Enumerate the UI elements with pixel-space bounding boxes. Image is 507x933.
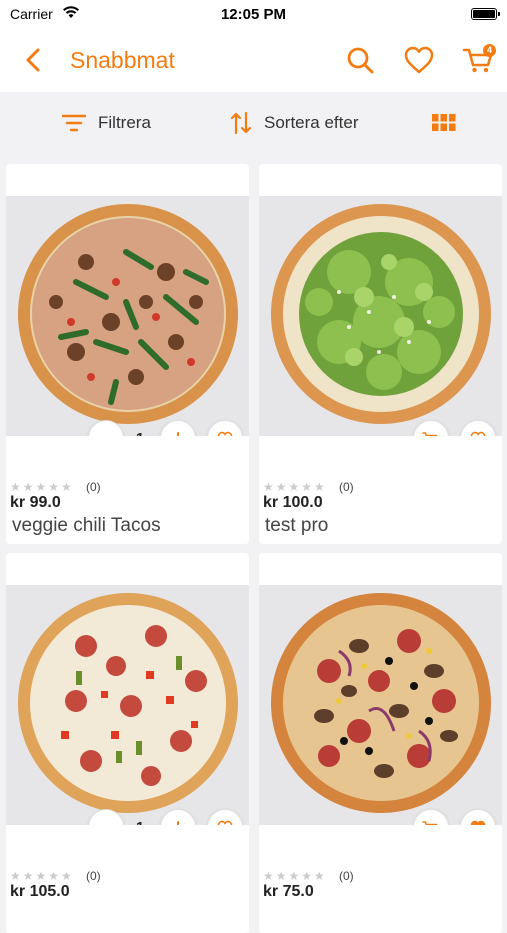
heart-icon[interactable]: [403, 45, 435, 75]
product-card[interactable]: 1 ★★★★★ (0) kr 99.0 veggie chili Tacos: [6, 164, 249, 544]
clock: 12:05 PM: [220, 6, 287, 23]
product-image[interactable]: [259, 585, 502, 825]
cart-plus-icon: [422, 821, 438, 825]
product-image[interactable]: 1: [6, 196, 249, 436]
rating-stars: ★★★★★: [10, 480, 74, 494]
cart-plus-icon: [422, 432, 438, 436]
quantity-value: 1: [130, 819, 150, 825]
grid-view-button[interactable]: [432, 112, 468, 134]
battery-icon: [471, 8, 500, 20]
rating-stars: ★★★★★: [263, 869, 327, 883]
rating-count: (0): [339, 480, 354, 494]
filter-label: Filtrera: [98, 113, 151, 132]
product-image[interactable]: [259, 196, 502, 436]
sort-button[interactable]: Sortera efter: [230, 111, 359, 135]
product-name[interactable]: test pro: [265, 515, 328, 537]
product-price: kr 75.0: [263, 883, 314, 900]
heart-outline-icon: [217, 431, 233, 436]
status-bar: Carrier 12:05 PM: [0, 0, 507, 30]
filter-lines-icon: [62, 114, 86, 132]
heart-outline-icon: [470, 431, 486, 436]
product-price: kr 100.0: [263, 494, 323, 511]
rating-count: (0): [339, 869, 354, 883]
quantity-value: 1: [130, 430, 150, 436]
product-card[interactable]: ★★★★★ (0) kr 75.0: [259, 553, 502, 933]
back-chevron-icon[interactable]: [20, 46, 48, 74]
salami-pepper-pizza-image: [18, 593, 238, 813]
product-card[interactable]: 1 ★★★★★ (0) kr 105.0: [6, 553, 249, 933]
product-card[interactable]: ★★★★★ (0) kr 100.0 test pro: [259, 164, 502, 544]
product-name[interactable]: veggie chili Tacos: [12, 515, 161, 537]
nav-bar: Snabbmat 4: [0, 30, 507, 92]
heart-outline-icon: [217, 820, 233, 825]
rating-stars: ★★★★★: [10, 869, 74, 883]
filter-bar: Filtrera Sortera efter: [0, 92, 507, 154]
product-price: kr 99.0: [10, 494, 61, 511]
veggie-arugula-pizza-image: [18, 204, 238, 424]
minus-icon: [99, 431, 113, 436]
plus-icon: [177, 821, 179, 825]
cart-icon[interactable]: 4: [462, 44, 498, 76]
cart-count-badge: 4: [483, 44, 496, 57]
mushroom-salami-pizza-image: [271, 593, 491, 813]
lettuce-pizza-image: [271, 204, 491, 424]
sort-label: Sortera efter: [264, 113, 359, 132]
rating-count: (0): [86, 480, 101, 494]
rating-stars: ★★★★★: [263, 480, 327, 494]
product-price: kr 105.0: [10, 883, 70, 900]
search-icon[interactable]: [345, 45, 375, 75]
filter-button[interactable]: Filtrera: [62, 112, 151, 134]
page-title: Snabbmat: [70, 47, 175, 73]
sort-arrows-icon: [230, 111, 252, 135]
plus-icon: [177, 432, 179, 436]
minus-icon: [99, 820, 113, 825]
product-image[interactable]: 1: [6, 585, 249, 825]
heart-filled-icon: [470, 820, 486, 825]
rating-count: (0): [86, 869, 101, 883]
grid-view-icon: [432, 114, 456, 131]
